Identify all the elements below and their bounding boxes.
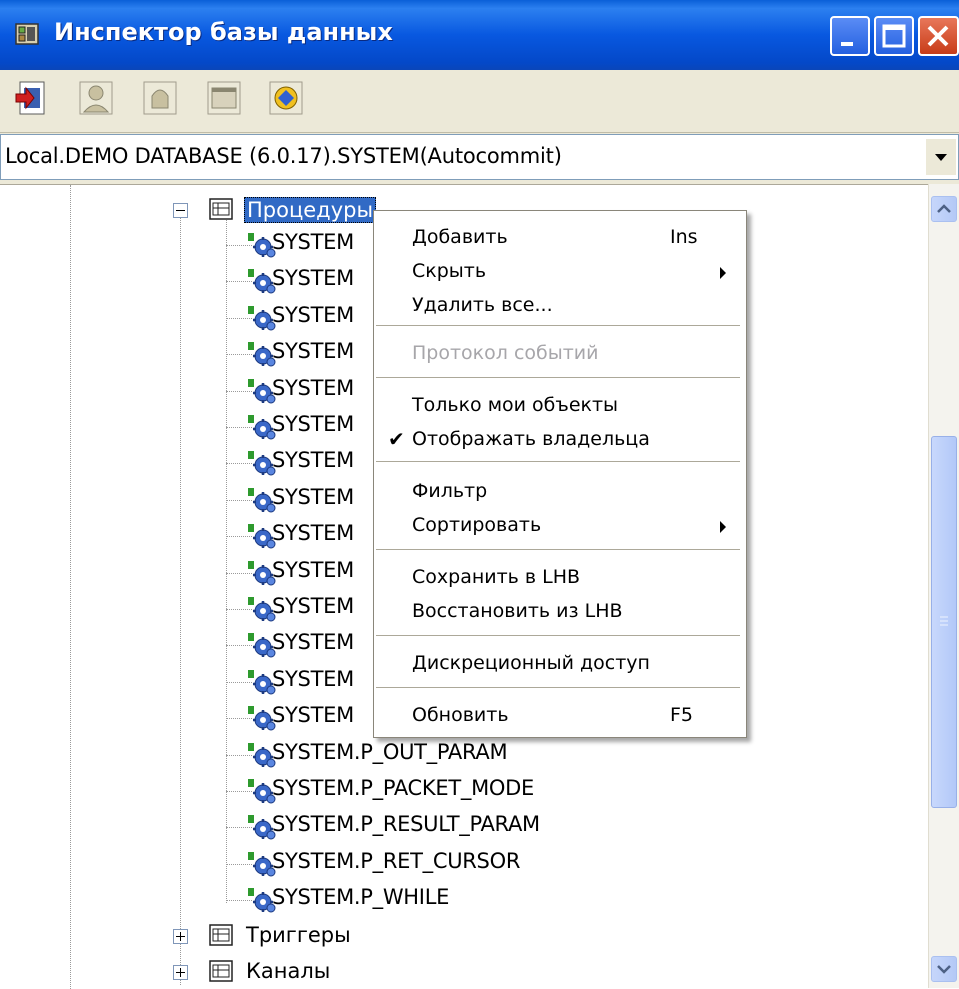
menu-item-show-owner[interactable]: ✔ Отображать владельца [374, 425, 746, 455]
chevron-up-icon [937, 204, 951, 213]
procedure-label: SYSTEM [272, 667, 354, 691]
connection-select[interactable]: Local.DEMO DATABASE (6.0.17).SYSTEM(Auto… [0, 134, 959, 180]
menu-item-discretionary-access[interactable]: Дискреционный доступ [374, 649, 746, 679]
menu-separator [376, 635, 740, 636]
procedure-label: SYSTEM.P_PACKET_MODE [272, 776, 534, 800]
menu-item-label: Обновить [412, 704, 509, 726]
menu-item-event-log: Протокол событий [374, 339, 746, 369]
tree-node-procedures[interactable]: Процедуры [244, 197, 377, 223]
maximize-button[interactable] [874, 16, 914, 56]
submenu-arrow-icon [720, 521, 726, 533]
menu-separator [376, 377, 740, 378]
panel-icon[interactable] [204, 78, 244, 118]
procedure-label: SYSTEM [272, 339, 354, 363]
menu-item-shortcut: F5 [670, 704, 694, 726]
menu-item-restore-lhb[interactable]: Восстановить из LHB [374, 597, 746, 627]
procedure-label: SYSTEM [272, 412, 354, 436]
procedure-item[interactable]: SYSTEM.P_RESULT_PARAM [226, 809, 626, 845]
menu-separator [376, 549, 740, 550]
menu-item-my-objects-only[interactable]: Только мои объекты [374, 391, 746, 421]
menu-separator [376, 325, 740, 326]
folder-icon [209, 924, 233, 946]
procedure-label: SYSTEM [272, 703, 354, 727]
folder-icon [209, 198, 233, 220]
maximize-icon [882, 24, 906, 48]
procedure-label: SYSTEM [272, 448, 354, 472]
bell-icon[interactable] [140, 78, 180, 118]
tree-node-channels[interactable]: Каналы [246, 959, 330, 983]
toolbar [0, 70, 959, 133]
procedure-item[interactable]: SYSTEM.P_RET_CURSOR [226, 846, 626, 882]
menu-item-label: Фильтр [412, 480, 488, 502]
vertical-scrollbar[interactable] [928, 184, 959, 988]
procedure-label: SYSTEM [272, 266, 354, 290]
procedure-label: SYSTEM [272, 376, 354, 400]
menu-item-label: Удалить все... [412, 294, 553, 316]
scroll-up-button[interactable] [931, 196, 957, 222]
menu-item-sort[interactable]: Сортировать [374, 511, 746, 541]
connection-value: Local.DEMO DATABASE (6.0.17).SYSTEM(Auto… [5, 144, 562, 168]
context-menu: Добавить Ins Скрыть Удалить все... Прото… [373, 210, 747, 738]
grip-icon [940, 616, 948, 626]
chevron-down-icon [937, 965, 951, 974]
expand-toggle[interactable] [173, 929, 188, 944]
submenu-arrow-icon [720, 267, 726, 279]
collapse-toggle[interactable] [173, 203, 188, 218]
menu-item-label: Сортировать [412, 514, 542, 536]
menu-item-label: Добавить [412, 226, 508, 248]
scroll-down-button[interactable] [931, 956, 957, 982]
procedure-label: SYSTEM.P_OUT_PARAM [272, 740, 508, 764]
menu-item-label: Дискреционный доступ [412, 652, 650, 674]
checkmark-icon: ✔ [388, 427, 405, 451]
procedure-label: SYSTEM [272, 630, 354, 654]
close-button[interactable] [918, 16, 959, 56]
procedure-label: SYSTEM [272, 594, 354, 618]
procedure-label: SYSTEM [272, 303, 354, 327]
scroll-thumb[interactable] [931, 436, 957, 808]
procedure-label: SYSTEM.P_RET_CURSOR [272, 849, 521, 873]
menu-item-label: Протокол событий [412, 342, 599, 364]
menu-item-refresh[interactable]: Обновить F5 [374, 701, 746, 731]
chevron-down-icon[interactable] [926, 139, 956, 175]
minimize-button[interactable] [830, 16, 870, 56]
tree-node-triggers[interactable]: Триггеры [246, 923, 351, 947]
procedure-label: SYSTEM [272, 485, 354, 509]
title-bar[interactable]: Инспектор базы данных [0, 0, 959, 70]
menu-item-delete-all[interactable]: Удалить все... [374, 291, 746, 321]
add-object-icon[interactable] [12, 78, 52, 118]
procedure-label: SYSTEM [272, 558, 354, 582]
user-icon[interactable] [76, 78, 116, 118]
menu-item-label: Только мои объекты [412, 394, 619, 416]
procedure-label: SYSTEM.P_RESULT_PARAM [272, 812, 540, 836]
refresh-connection-icon[interactable] [266, 78, 306, 118]
window-title: Инспектор базы данных [54, 18, 393, 46]
menu-item-label: Отображать владельца [412, 428, 650, 450]
procedure-label: SYSTEM [272, 521, 354, 545]
menu-item-filter[interactable]: Фильтр [374, 477, 746, 507]
expand-toggle[interactable] [173, 965, 188, 980]
menu-item-label: Скрыть [412, 260, 487, 282]
menu-separator [376, 461, 740, 462]
menu-item-save-lhb[interactable]: Сохранить в LHB [374, 563, 746, 593]
procedure-item[interactable]: SYSTEM.P_PACKET_MODE [226, 773, 626, 809]
database-inspector-icon [15, 23, 39, 45]
menu-separator [376, 687, 740, 688]
minimize-icon [841, 42, 853, 46]
menu-item-hide[interactable]: Скрыть [374, 257, 746, 287]
menu-item-add[interactable]: Добавить Ins [374, 223, 746, 253]
procedure-label: SYSTEM [272, 230, 354, 254]
menu-item-label: Восстановить из LHB [412, 600, 623, 622]
menu-item-shortcut: Ins [670, 226, 698, 248]
procedure-item[interactable]: SYSTEM.P_OUT_PARAM [226, 737, 626, 773]
close-icon [927, 25, 949, 47]
folder-icon [209, 960, 233, 982]
procedure-label: SYSTEM.P_WHILE [272, 885, 450, 909]
procedure-item[interactable]: SYSTEM.P_WHILE [226, 882, 626, 918]
menu-item-label: Сохранить в LHB [412, 566, 581, 588]
